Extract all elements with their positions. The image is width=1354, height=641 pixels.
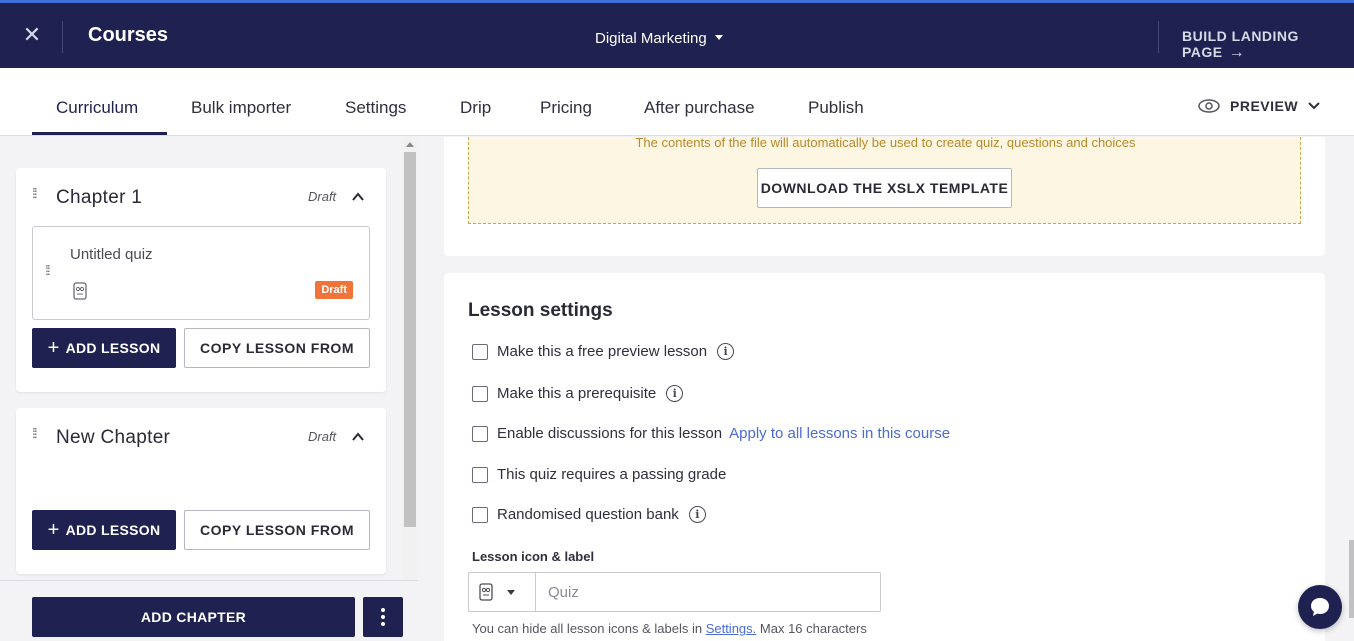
option-randomised-bank: Randomised question bank i <box>472 506 706 523</box>
dot <box>381 622 385 626</box>
dot <box>381 615 385 619</box>
course-name: Digital Marketing <box>595 30 707 47</box>
tabs-bar: Curriculum Bulk importer Settings Drip P… <box>0 68 1354 136</box>
caret-down-icon <box>507 589 515 595</box>
tab-bulk-importer[interactable]: Bulk importer <box>191 98 291 118</box>
divider <box>62 21 63 53</box>
add-lesson-label: ADD LESSON <box>65 340 161 356</box>
chat-button[interactable] <box>1298 585 1342 629</box>
chevron-down-icon <box>1308 102 1320 110</box>
lesson-icon-selector[interactable] <box>468 572 536 612</box>
option-label: Randomised question bank <box>497 506 679 523</box>
chevron-up-icon[interactable] <box>351 430 365 444</box>
arrow-right-icon: → <box>1228 44 1246 61</box>
chapter-card: ⁞⁞ New Chapter Draft + ADD LESSON COPY LE… <box>16 408 386 574</box>
chapter-status: Draft <box>308 189 337 204</box>
copy-lesson-from-button[interactable]: COPY LESSON FROM <box>184 510 370 550</box>
page-title: Courses <box>88 24 169 46</box>
preview-label: PREVIEW <box>1230 98 1299 114</box>
chevron-up-icon[interactable] <box>351 190 365 204</box>
info-icon[interactable]: i <box>717 343 735 360</box>
plus-icon: + <box>47 337 60 359</box>
passing-grade-checkbox[interactable] <box>472 466 488 483</box>
option-free-preview: Make this a free preview lesson i <box>472 343 735 360</box>
add-lesson-button[interactable]: + ADD LESSON <box>32 510 176 550</box>
lesson-item[interactable]: ⁞⁞ Untitled quiz Draft <box>32 226 370 320</box>
chapter-card: ⁞⁞ Chapter 1 Draft ⁞⁞ Untitled quiz Draf… <box>16 168 386 392</box>
lesson-settings-title: Lesson settings <box>468 300 613 321</box>
scrollbar-thumb[interactable] <box>404 152 416 527</box>
option-label: Enable discussions for this lesson <box>497 425 723 442</box>
discussions-checkbox[interactable] <box>472 425 488 442</box>
chat-bubble-icon <box>1311 598 1329 616</box>
randomised-bank-checkbox[interactable] <box>472 506 488 523</box>
tab-drip[interactable]: Drip <box>460 98 491 118</box>
quiz-icon <box>73 282 87 300</box>
drag-handle-icon[interactable]: ⁞⁞ <box>32 426 38 440</box>
add-lesson-label: ADD LESSON <box>65 522 161 538</box>
option-label: Make this a free preview lesson <box>497 343 708 360</box>
chapter-status: Draft <box>308 429 337 444</box>
plus-icon: + <box>47 519 60 541</box>
quiz-icon <box>479 583 493 601</box>
caret-down-icon <box>714 34 723 40</box>
drag-handle-icon[interactable]: ⁞⁞ <box>45 263 51 277</box>
close-icon[interactable]: ✕ <box>20 23 44 47</box>
tab-curriculum[interactable]: Curriculum <box>56 98 138 118</box>
dropzone-note: The contents of the file will automatica… <box>635 135 1136 150</box>
option-prerequisite: Make this a prerequisite i <box>472 385 684 402</box>
chapter-title[interactable]: Chapter 1 <box>56 187 142 209</box>
prerequisite-checkbox[interactable] <box>472 385 488 402</box>
free-preview-checkbox[interactable] <box>472 343 488 360</box>
main-scrollbar-thumb[interactable] <box>1349 540 1354 618</box>
info-icon[interactable]: i <box>688 506 706 523</box>
top-bar: ✕ Courses Digital Marketing BUILD LANDIN… <box>0 0 1354 68</box>
dot <box>381 608 385 612</box>
scroll-up-arrow-icon[interactable] <box>406 142 414 147</box>
info-icon[interactable]: i <box>666 385 684 402</box>
eye-icon <box>1198 99 1220 113</box>
active-tab-indicator <box>32 132 167 135</box>
lesson-status-badge: Draft <box>315 281 353 299</box>
tab-after-purchase[interactable]: After purchase <box>644 98 755 118</box>
hint-suffix: Max 16 characters <box>759 621 867 636</box>
preview-button[interactable]: PREVIEW <box>1198 98 1330 114</box>
option-label: Make this a prerequisite <box>497 385 657 402</box>
apply-to-all-link[interactable]: Apply to all lessons in this course <box>729 425 950 442</box>
more-options-button[interactable] <box>363 597 403 637</box>
hint-prefix: You can hide all lesson icons & labels i… <box>472 621 703 636</box>
option-passing-grade: This quiz requires a passing grade <box>472 466 726 483</box>
tab-pricing[interactable]: Pricing <box>540 98 592 118</box>
chapter-title[interactable]: New Chapter <box>56 427 170 449</box>
add-chapter-button[interactable]: ADD CHAPTER <box>32 597 355 637</box>
drag-handle-icon[interactable]: ⁞⁞ <box>32 186 38 200</box>
icon-label-title: Lesson icon & label <box>472 549 595 564</box>
label-hint: You can hide all lesson icons & labels i… <box>472 621 867 636</box>
settings-link[interactable]: Settings. <box>706 621 757 636</box>
build-landing-page-button[interactable]: BUILD LANDING PAGE → <box>1182 28 1354 62</box>
lesson-label-input[interactable] <box>535 572 881 612</box>
tab-publish[interactable]: Publish <box>808 98 864 118</box>
option-label: This quiz requires a passing grade <box>497 466 727 483</box>
divider <box>1158 21 1159 53</box>
option-discussions: Enable discussions for this lesson Apply… <box>472 425 950 442</box>
copy-lesson-from-button[interactable]: COPY LESSON FROM <box>184 328 370 368</box>
course-selector[interactable]: Digital Marketing <box>595 30 723 47</box>
add-lesson-button[interactable]: + ADD LESSON <box>32 328 176 368</box>
lesson-name: Untitled quiz <box>70 246 153 263</box>
download-template-button[interactable]: DOWNLOAD THE XSLX TEMPLATE <box>757 168 1012 208</box>
tab-settings[interactable]: Settings <box>345 98 406 118</box>
